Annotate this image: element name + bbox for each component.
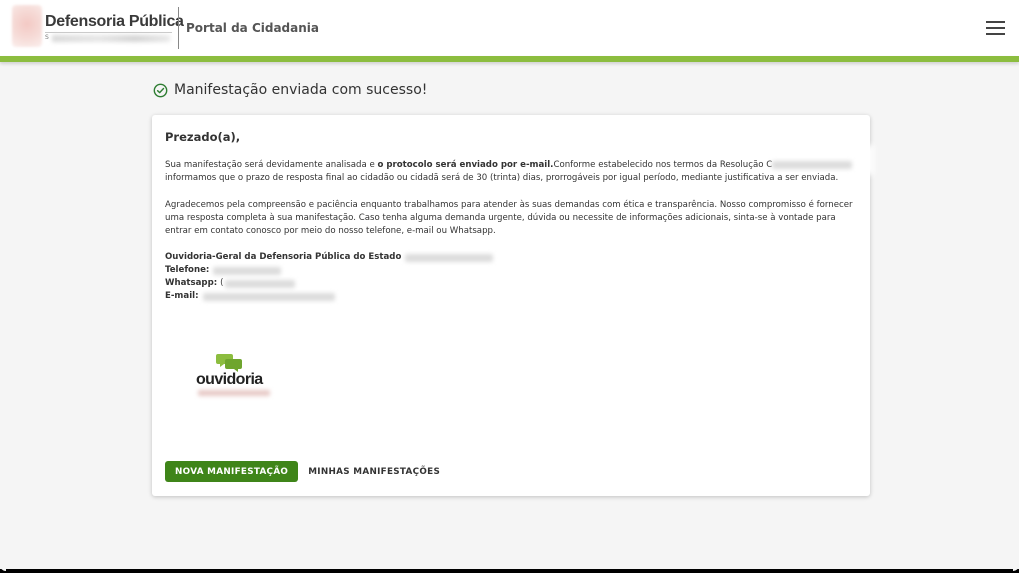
my-manifestations-button[interactable]: MINHAS MANIFESTAÇÕES bbox=[308, 461, 440, 482]
new-manifestation-button[interactable]: NOVA MANIFESTAÇÃO bbox=[165, 461, 299, 482]
redacted-text bbox=[405, 253, 494, 262]
protocol-text-bold: o protocolo será enviado por e-mail. bbox=[377, 160, 554, 170]
header-accent-bar bbox=[0, 56, 1019, 62]
action-bar: NOVA MANIFESTAÇÃO MINHAS MANIFESTAÇÕES bbox=[165, 461, 440, 482]
brand-underline bbox=[45, 32, 172, 33]
thanks-paragraph: Agradecemos pela compreensão e paciência… bbox=[165, 200, 853, 236]
protocol-paragraph: Sua manifestação será devidamente analis… bbox=[165, 159, 858, 185]
success-banner: Manifestação enviada com sucesso! bbox=[153, 82, 427, 98]
contact-email-line: E-mail: bbox=[165, 290, 493, 303]
header-divider bbox=[178, 7, 179, 49]
contact-block: Ouvidoria-Geral da Defensoria Pública do… bbox=[165, 251, 494, 303]
menu-line bbox=[986, 27, 1005, 29]
protocol-text-2: Conforme estabelecido nos termos da Reso… bbox=[553, 160, 773, 170]
redacted-email[interactable] bbox=[202, 292, 335, 301]
contact-org: Ouvidoria-Geral da Defensoria Pública do… bbox=[165, 252, 402, 262]
top-header: Defensoria Pública S Portal da Cidadania bbox=[0, 0, 1019, 56]
menu-line bbox=[986, 33, 1005, 35]
ouvidoria-logo-text: ouvidoria bbox=[196, 371, 263, 388]
protocol-text-3: informamos que o prazo de resposta final… bbox=[165, 173, 839, 183]
whatsapp-label: Whatsapp: bbox=[165, 278, 218, 288]
redacted-text bbox=[772, 160, 853, 169]
portal-title: Portal da Cidadania bbox=[186, 21, 319, 35]
hamburger-menu-icon[interactable] bbox=[985, 19, 1007, 37]
redaction-fade bbox=[860, 145, 874, 175]
brand-name[interactable]: Defensoria Pública bbox=[45, 13, 184, 31]
brand-emblem-icon[interactable] bbox=[12, 5, 42, 47]
menu-line bbox=[986, 21, 1005, 23]
check-circle-icon bbox=[153, 83, 168, 97]
whatsapp-prefix: ( bbox=[220, 278, 224, 288]
protocol-text-1: Sua manifestação será devidamente analis… bbox=[165, 160, 378, 170]
redacted-whatsapp bbox=[224, 279, 295, 288]
greeting-heading: Prezado(a), bbox=[165, 130, 241, 144]
phone-label: Telefone: bbox=[165, 265, 210, 275]
window-bottom-edge bbox=[0, 565, 1019, 573]
contact-org-line: Ouvidoria-Geral da Defensoria Pública do… bbox=[165, 251, 494, 264]
success-message: Manifestação enviada com sucesso! bbox=[174, 82, 428, 98]
ouvidoria-logo-subtitle-redacted bbox=[198, 390, 270, 396]
brand-subtitle: S bbox=[45, 34, 49, 41]
speech-bubbles-icon bbox=[216, 354, 242, 372]
brand-subtitle-redacted bbox=[52, 35, 170, 42]
ouvidoria-logo: ouvidoria bbox=[194, 353, 274, 401]
contact-phone-line: Telefone: bbox=[165, 264, 493, 277]
contact-whatsapp-line: Whatsapp: ( bbox=[165, 277, 493, 290]
confirmation-card: Prezado(a), Sua manifestação será devida… bbox=[152, 115, 870, 496]
redacted-phone bbox=[213, 266, 282, 275]
email-label: E-mail: bbox=[165, 291, 199, 301]
